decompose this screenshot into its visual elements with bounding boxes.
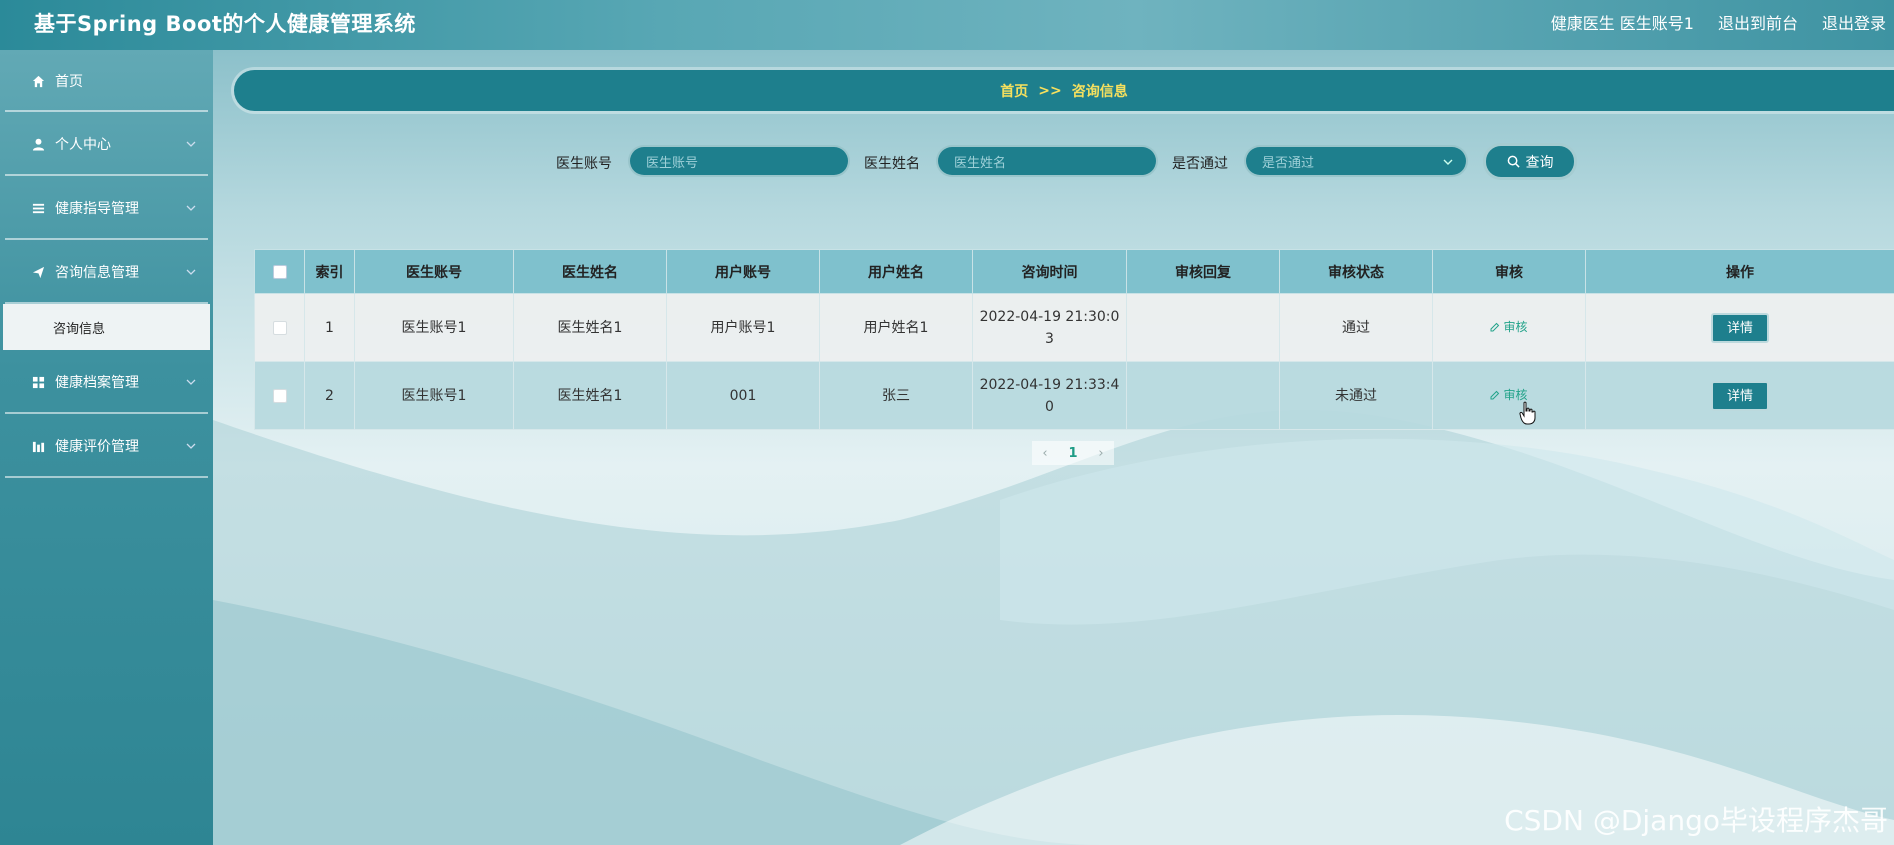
- edit-icon: [1490, 322, 1500, 332]
- doctor-name-label: 医生姓名: [864, 156, 920, 172]
- column-header: 操作: [1585, 249, 1894, 294]
- breadcrumb-home[interactable]: 首页: [1000, 81, 1028, 101]
- sidebar-item-label: 咨询信息管理: [55, 265, 139, 281]
- chevron-down-icon: [186, 379, 196, 385]
- row-select-cell[interactable]: [254, 361, 305, 430]
- sidebar-item-label: 健康评价管理: [55, 439, 139, 455]
- cell-index: 1: [304, 293, 355, 362]
- cell-user-account: 001: [666, 361, 820, 430]
- home-icon: [30, 73, 46, 89]
- cell-index: 2: [304, 361, 355, 430]
- select-all-cell[interactable]: [254, 249, 305, 294]
- grid-icon: [30, 374, 46, 390]
- header-links: 健康医生 医生账号1 退出到前台 退出登录: [1551, 10, 1886, 34]
- cell-actions: 详情: [1585, 361, 1894, 430]
- cell-audit: 审核: [1432, 361, 1586, 430]
- cell-audit-reply: [1126, 293, 1280, 362]
- edit-icon: [1490, 390, 1500, 400]
- current-user-label: 健康医生 医生账号1: [1550, 14, 1694, 33]
- search-icon: [1507, 155, 1520, 168]
- breadcrumb: 首页 >> 咨询信息: [234, 70, 1894, 111]
- row-checkbox[interactable]: [272, 388, 287, 403]
- consult-time-line2: 3: [1045, 330, 1054, 347]
- table-header-row: 索引 医生账号 医生姓名 用户账号 用户姓名 咨询时间 审核回复 审核状态 审核…: [254, 249, 1894, 294]
- consult-time-line1: 2022-04-19 21:30:0: [979, 308, 1120, 325]
- chevron-down-icon: [186, 269, 196, 275]
- cell-doctor-account: 医生账号1: [354, 293, 514, 362]
- consultation-table: 索引 医生账号 医生姓名 用户账号 用户姓名 咨询时间 审核回复 审核状态 审核…: [254, 249, 1894, 430]
- column-header: 索引: [304, 249, 355, 294]
- back-to-front-link[interactable]: 退出到前台: [1718, 10, 1798, 34]
- pagination: ‹ 1 ›: [1032, 441, 1114, 465]
- cell-actions: 详情: [1585, 293, 1894, 362]
- pagination-prev[interactable]: ‹: [1042, 446, 1047, 461]
- sidebar-item-health-guidance[interactable]: 健康指导管理: [0, 176, 213, 240]
- doctor-name-input[interactable]: 医生姓名: [936, 145, 1158, 177]
- doctor-account-input[interactable]: 医生账号: [628, 145, 850, 177]
- column-header: 审核: [1432, 249, 1586, 294]
- cell-audit-status: 通过: [1279, 293, 1433, 362]
- watermark: CSDN @Django毕设程序杰哥: [1504, 804, 1888, 837]
- passed-select[interactable]: 是否通过: [1244, 145, 1468, 177]
- cell-consult-time: 2022-04-19 21:30:0 3: [972, 293, 1127, 362]
- logout-link[interactable]: 退出登录: [1822, 10, 1886, 34]
- column-header: 医生账号: [354, 249, 514, 294]
- passed-select-value: 是否通过: [1262, 155, 1315, 171]
- column-header: 审核回复: [1126, 249, 1280, 294]
- audit-link[interactable]: 审核: [1490, 316, 1528, 338]
- pagination-page[interactable]: 1: [1068, 446, 1077, 461]
- cell-user-name: 用户姓名1: [819, 293, 973, 362]
- row-select-cell[interactable]: [254, 293, 305, 362]
- send-icon: [30, 264, 46, 280]
- doctor-account-label: 医生账号: [556, 156, 612, 172]
- sidebar-item-label: 首页: [55, 74, 83, 90]
- list-icon: [30, 200, 46, 216]
- breadcrumb-current: 咨询信息: [1071, 83, 1128, 100]
- chevron-down-icon: [186, 443, 196, 449]
- cell-consult-time: 2022-04-19 21:33:4 0: [972, 361, 1127, 430]
- top-header: 基于Spring Boot的个人健康管理系统 健康医生 医生账号1 退出到前台 …: [0, 0, 1894, 50]
- cell-doctor-name: 医生姓名1: [513, 293, 667, 362]
- chevron-down-icon: [186, 205, 196, 211]
- search-button-label: 查询: [1525, 154, 1554, 171]
- breadcrumb-separator: >>: [1038, 82, 1062, 99]
- audit-link-label: 审核: [1503, 320, 1528, 334]
- chart-icon: [30, 438, 46, 454]
- consult-time-line2: 0: [1045, 398, 1054, 415]
- app-title: 基于Spring Boot的个人健康管理系统: [34, 12, 416, 36]
- passed-label: 是否通过: [1172, 156, 1228, 172]
- pagination-next[interactable]: ›: [1098, 446, 1103, 461]
- cell-doctor-account: 医生账号1: [354, 361, 514, 430]
- table-row: 2 医生账号1 医生姓名1 001 张三 2022-04-19 21:33:4 …: [254, 361, 1894, 430]
- cell-user-name: 张三: [819, 361, 973, 430]
- sidebar-item-label: 健康档案管理: [55, 375, 139, 391]
- sidebar-item-health-evaluation[interactable]: 健康评价管理: [0, 414, 213, 478]
- consult-time-line1: 2022-04-19 21:33:4: [979, 376, 1120, 393]
- row-checkbox[interactable]: [272, 320, 287, 335]
- cell-audit-reply: [1126, 361, 1280, 430]
- select-all-checkbox[interactable]: [272, 264, 287, 279]
- cell-user-account: 用户账号1: [666, 293, 820, 362]
- table-row: 1 医生账号1 医生姓名1 用户账号1 用户姓名1 2022-04-19 21:…: [254, 293, 1894, 362]
- sidebar-item-consultation[interactable]: 咨询信息管理: [0, 240, 213, 304]
- column-header: 用户姓名: [819, 249, 973, 294]
- detail-button[interactable]: 详情: [1711, 380, 1769, 411]
- column-header: 咨询时间: [972, 249, 1127, 294]
- column-header: 医生姓名: [513, 249, 667, 294]
- search-button[interactable]: 查询: [1483, 143, 1577, 180]
- search-bar: 医生账号 医生账号 医生姓名 医生姓名 是否通过 是否通过 查询: [0, 143, 1894, 183]
- detail-button[interactable]: 详情: [1711, 312, 1769, 343]
- chevron-down-icon: [1443, 159, 1453, 165]
- cell-audit-status: 未通过: [1279, 361, 1433, 430]
- submenu-item-consultation-info[interactable]: 咨询信息: [3, 304, 210, 350]
- column-header: 用户账号: [666, 249, 820, 294]
- sidebar-item-label: 健康指导管理: [55, 201, 139, 217]
- sidebar-item-home[interactable]: 首页: [0, 50, 213, 112]
- cell-doctor-name: 医生姓名1: [513, 361, 667, 430]
- sidebar-item-health-records[interactable]: 健康档案管理: [0, 350, 213, 414]
- column-header: 审核状态: [1279, 249, 1433, 294]
- cell-audit: 审核: [1432, 293, 1586, 362]
- hand-cursor-icon: [1519, 401, 1536, 425]
